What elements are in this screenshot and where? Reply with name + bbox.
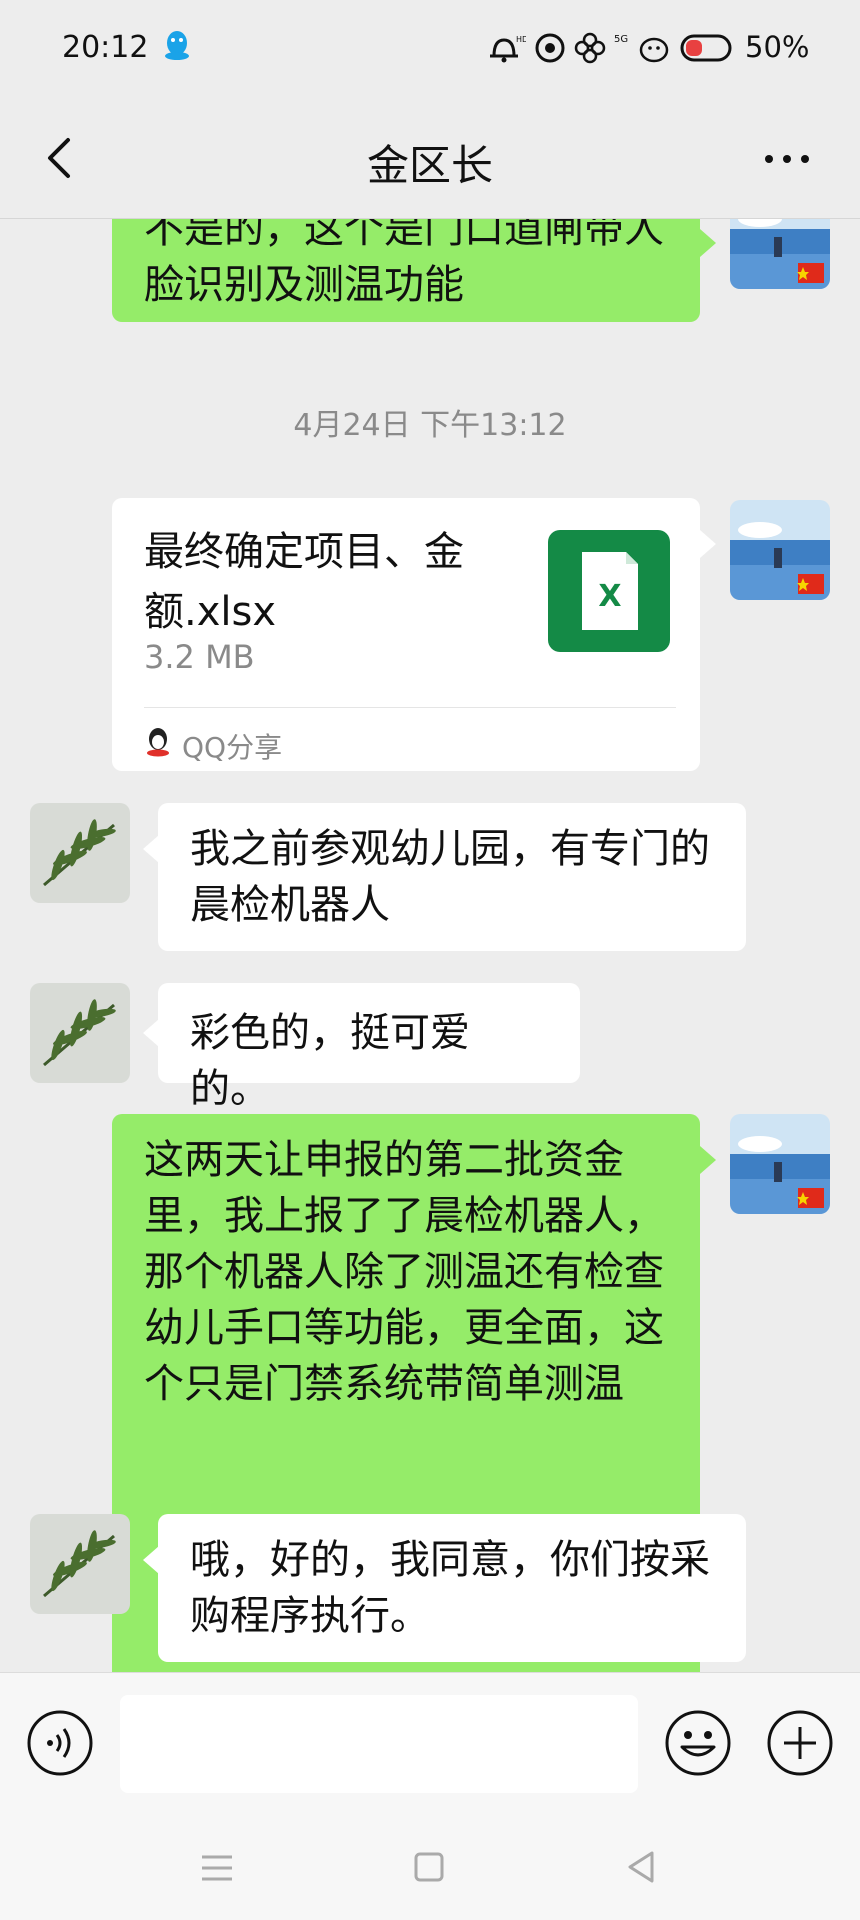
message-text: 这两天让申报的第二批资金里，我上报了了晨检机器人，那个机器人除了测温还有检查幼儿… — [144, 1137, 664, 1407]
more-options-icon[interactable] — [762, 150, 812, 168]
alarm-bell-icon: HD — [490, 35, 526, 63]
recent-apps-icon[interactable] — [200, 1854, 234, 1882]
chat-messages[interactable]: 不是的，这个是门口道闸带人脸识别及测温功能 4月24日 下午13:12 最终确定… — [0, 219, 860, 1672]
system-nav-bar — [0, 1812, 860, 1920]
bubble-tail — [700, 530, 716, 558]
message-text: 哦，好的，我同意，你们按采购程序执行。 — [190, 1537, 710, 1639]
chat-header: 金区长 — [0, 100, 860, 219]
chat-title: 金区长 — [366, 141, 493, 190]
svg-text:5G: 5G — [614, 34, 628, 45]
contact-avatar[interactable] — [30, 983, 130, 1083]
add-more-icon[interactable] — [766, 1709, 834, 1777]
excel-file-icon: X — [548, 530, 670, 652]
voice-input-icon[interactable] — [26, 1709, 94, 1777]
contact-avatar[interactable] — [30, 1514, 130, 1614]
status-bar: 20:12 HD 5G 50% — [0, 0, 860, 100]
nav-back-icon[interactable] — [626, 1850, 656, 1884]
home-icon[interactable] — [414, 1852, 444, 1882]
message-text: 不是的，这个是门口道闸带人脸识别及测温功能 — [144, 219, 664, 308]
svg-text:HD: HD — [516, 35, 526, 44]
message-bubble-received[interactable]: 哦，好的，我同意，你们按采购程序执行。 — [158, 1514, 746, 1662]
qq-penguin-icon — [165, 31, 189, 60]
message-input[interactable] — [120, 1695, 638, 1793]
bubble-tail — [143, 1546, 159, 1574]
self-avatar[interactable] — [730, 1114, 830, 1214]
file-message-card[interactable]: 最终确定项目、金额.xlsx 3.2 MB X QQ分享 — [112, 498, 700, 771]
emoji-icon[interactable] — [664, 1709, 732, 1777]
contact-avatar[interactable] — [30, 803, 130, 903]
message-text: 我之前参观幼儿园，有专门的晨检机器人 — [190, 826, 710, 928]
message-bubble-received[interactable]: 我之前参观幼儿园，有专门的晨检机器人 — [158, 803, 746, 951]
message-timestamp: 4月24日 下午13:12 — [293, 408, 567, 443]
flower-icon — [574, 32, 606, 64]
signal-5g-icon: 5G — [614, 34, 669, 63]
battery-percent: 50% — [745, 30, 810, 64]
svg-text:X: X — [598, 579, 621, 614]
bubble-tail — [700, 1146, 716, 1174]
message-text: 彩色的，挺可爱的。 — [190, 1010, 470, 1112]
bubble-tail — [143, 1019, 159, 1047]
status-icons: HD 5G — [484, 30, 736, 66]
target-circle-icon — [535, 33, 565, 63]
file-source-label: QQ分享 — [182, 731, 283, 764]
qq-share-icon — [147, 728, 169, 757]
battery-icon — [680, 34, 732, 62]
message-bubble-sent[interactable]: 不是的，这个是门口道闸带人脸识别及测温功能 — [112, 219, 700, 322]
message-input-bar — [0, 1672, 860, 1813]
bubble-tail — [143, 835, 159, 863]
file-size: 3.2 MB — [144, 638, 255, 676]
status-time: 20:12 — [62, 30, 149, 65]
bubble-tail — [700, 229, 716, 257]
file-divider — [144, 707, 676, 708]
self-avatar[interactable] — [730, 219, 830, 289]
file-name: 最终确定项目、金额.xlsx — [144, 529, 464, 635]
self-avatar[interactable] — [730, 500, 830, 600]
message-bubble-received[interactable]: 彩色的，挺可爱的。 — [158, 983, 580, 1112]
